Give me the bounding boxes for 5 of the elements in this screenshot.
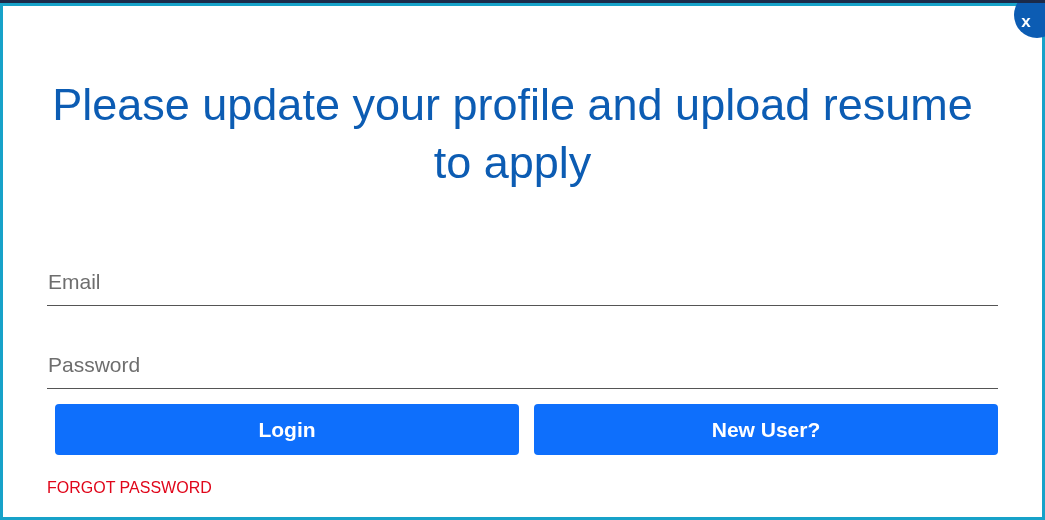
forgot-password-link[interactable]: FORGOT PASSWORD (47, 479, 212, 496)
close-button[interactable]: x (1014, 3, 1045, 38)
form-button[interactable]: Login (55, 404, 519, 455)
dialog-title: Please update your profile and upload resume to apply (51, 78, 974, 190)
form-button[interactable]: New User? (534, 404, 998, 455)
